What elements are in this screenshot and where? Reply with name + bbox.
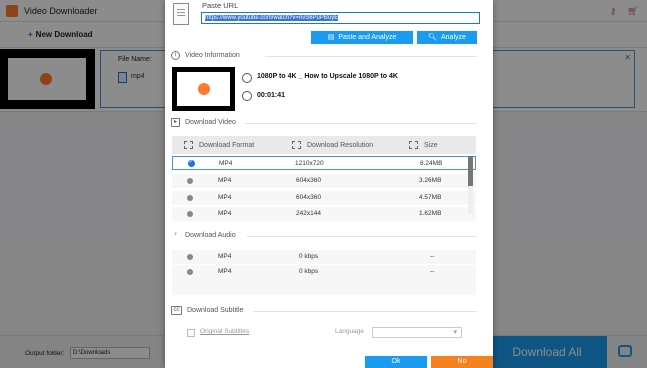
row-resolution: 242x144	[296, 210, 321, 217]
row-size: --	[430, 268, 435, 275]
download-subtitle-heading: cc Download Subtitle	[171, 306, 243, 315]
row-size: 8.24MB	[420, 160, 443, 167]
video-row[interactable]: MP4 604x360 3.26MB	[172, 174, 476, 188]
row-format: MP4	[218, 177, 232, 184]
radio-icon[interactable]	[187, 178, 193, 184]
size-column-header: Size	[409, 141, 438, 149]
row-size: 1.62MB	[419, 210, 442, 217]
size-icon	[409, 141, 418, 149]
analyze-label: Analyze	[440, 34, 466, 41]
original-subtitles-checkbox[interactable]	[187, 329, 195, 337]
clock-icon	[242, 91, 252, 101]
video-thumbnail	[172, 67, 235, 111]
video-duration: 00:01:41	[257, 92, 286, 99]
format-column-label: Download Format	[199, 141, 255, 149]
row-size: 3.26MB	[419, 177, 442, 184]
paste-and-analyze-button[interactable]: ▤ Paste and Analyze	[311, 31, 413, 44]
original-subtitles-label: Original Subtitles	[200, 328, 250, 335]
row-size: --	[430, 253, 435, 260]
video-table-header: Download Format Download Resolution Size	[172, 136, 476, 154]
row-bitrate: 0 kbps	[299, 268, 319, 275]
url-document-icon	[173, 3, 189, 25]
paste-icon: ▤	[327, 34, 335, 41]
video-row[interactable]: MP4 242x144 1.62MB	[172, 207, 476, 221]
video-info-label: Video Information	[185, 52, 240, 59]
radio-icon[interactable]	[187, 254, 193, 260]
search-icon: 🔍︎	[428, 34, 437, 41]
video-icon: ▸	[171, 118, 180, 127]
radio-icon[interactable]	[187, 195, 193, 201]
row-format: MP4	[219, 160, 233, 167]
url-value: https://www.youtube.com/watch?v=nvS6PuPB…	[205, 15, 339, 21]
language-select[interactable]	[372, 327, 462, 338]
resolution-column-header: Download Resolution	[292, 141, 373, 149]
audio-icon: ♪	[174, 231, 177, 237]
download-audio-label: Download Audio	[185, 232, 236, 239]
format-column-header: Download Format	[184, 141, 254, 149]
size-column-label: Size	[424, 141, 438, 149]
row-format: MP4	[218, 253, 232, 260]
audio-row[interactable]: MP4 0 kbps --	[172, 265, 476, 295]
analyze-button[interactable]: 🔍︎ Analyze	[417, 31, 477, 44]
video-title-icon	[242, 73, 252, 83]
paste-url-label: Paste URL	[202, 1, 239, 10]
row-format: MP4	[218, 194, 232, 201]
selected-radio-icon[interactable]	[188, 159, 195, 167]
ok-button[interactable]: Ok	[365, 356, 427, 368]
download-video-heading: ▸ Download Video	[171, 118, 236, 127]
download-video-label: Download Video	[185, 119, 236, 126]
info-icon: i	[171, 51, 180, 60]
row-bitrate: 0 kbps	[299, 253, 319, 260]
video-title: 1080P to 4K _ How to Upscale 1080P to 4K	[257, 73, 398, 80]
video-info-heading: i Video Information	[171, 51, 240, 60]
format-icon	[184, 141, 193, 149]
video-row[interactable]: MP4 604x360 4.57MB	[172, 191, 476, 205]
download-subtitle-label: Download Subtitle	[187, 307, 244, 314]
row-format: MP4	[218, 268, 232, 275]
video-row[interactable]: MP4 1210x720 8.24MB	[172, 156, 476, 170]
url-input[interactable]: https://www.youtube.com/watch?v=nvS6PuPB…	[201, 12, 480, 24]
resolution-icon	[292, 141, 301, 149]
no-button[interactable]: No	[431, 356, 493, 368]
resolution-column-label: Download Resolution	[307, 141, 374, 149]
row-resolution: 1210x720	[295, 160, 324, 167]
row-resolution: 604x360	[296, 177, 321, 184]
paste-and-analyze-label: Paste and Analyze	[338, 34, 397, 41]
radio-icon[interactable]	[187, 211, 193, 217]
language-label: Language	[335, 328, 364, 335]
row-size: 4.57MB	[419, 194, 442, 201]
play-icon	[198, 83, 210, 95]
row-resolution: 604x360	[296, 194, 321, 201]
analyze-dialog: Paste URL https://www.youtube.com/watch?…	[165, 0, 493, 368]
video-table-scroll-thumb[interactable]	[468, 156, 473, 186]
download-audio-heading: ♪ Download Audio	[171, 231, 236, 240]
audio-row[interactable]: MP4 0 kbps --	[172, 250, 476, 264]
subtitle-icon: cc	[171, 306, 182, 315]
radio-icon[interactable]	[187, 269, 193, 275]
row-format: MP4	[218, 210, 232, 217]
